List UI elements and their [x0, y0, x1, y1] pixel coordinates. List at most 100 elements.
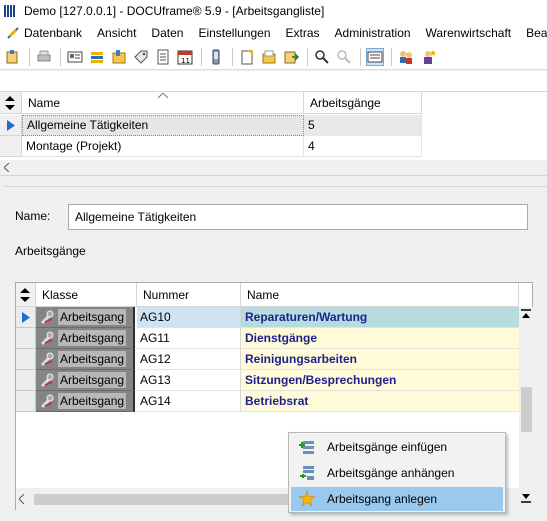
new-doc-icon[interactable] [238, 48, 256, 66]
column-header-label: Klasse [42, 287, 79, 302]
work-operation-icon [39, 330, 55, 346]
work-operation-icon [39, 309, 55, 325]
row-selector[interactable] [0, 136, 22, 157]
menu-bearbeiten[interactable]: Bearb [526, 26, 547, 40]
menu-label: Extras [285, 26, 320, 40]
table-row[interactable]: Allgemeine Tätigkeiten 5 [22, 114, 422, 136]
toolbar-separator [391, 47, 392, 66]
cell-klasse[interactable]: Arbeitsgang [36, 370, 135, 391]
scroll-left-icon[interactable] [19, 494, 25, 504]
cell-name[interactable]: Dienstgänge [241, 328, 519, 349]
menu-label: Bearb [526, 26, 547, 40]
toolbar-separator [232, 47, 233, 66]
table-row[interactable]: Montage (Projekt) 4 [22, 135, 422, 157]
cell-nummer[interactable]: AG11 [137, 328, 241, 349]
splitter[interactable] [0, 175, 547, 185]
menu-item-arbeitsgang-anlegen[interactable]: Arbeitsgang anlegen [291, 487, 503, 511]
row-selector[interactable] [16, 370, 36, 391]
cell-nummer[interactable]: AG14 [137, 391, 241, 412]
cell-name[interactable]: Allgemeine Tätigkeiten [22, 114, 304, 136]
menu-daten[interactable]: Daten [151, 26, 190, 40]
users-icon[interactable] [397, 48, 415, 66]
scroll-left-icon[interactable] [4, 163, 10, 172]
cell-name[interactable]: Sitzungen/Besprechungen [241, 370, 519, 391]
cell-name[interactable]: Reinigungsarbeiten [241, 349, 519, 370]
klasse-text: Arbeitsgang [58, 351, 127, 367]
menu-item-label: Arbeitsgänge einfügen [327, 440, 448, 454]
title-bar: Demo [127.0.0.1] - DOCUframe® 5.9 - [Arb… [0, 0, 547, 22]
search-disabled-icon[interactable] [335, 48, 353, 66]
column-header-label: Arbeitsgänge [310, 95, 381, 110]
scroll-top-icon[interactable] [521, 309, 531, 319]
scroll-thumb[interactable] [34, 494, 304, 505]
menu-administration[interactable]: Administration [335, 26, 418, 40]
search-icon[interactable] [313, 48, 331, 66]
scroll-thumb[interactable] [521, 387, 532, 432]
column-header-nummer[interactable]: Nummer [137, 283, 241, 307]
cell-count[interactable]: 5 [304, 114, 422, 136]
section-label: Arbeitsgänge [15, 244, 86, 258]
cell-nummer[interactable]: AG10 [137, 307, 241, 328]
name-field[interactable]: Allgemeine Tätigkeiten [68, 204, 528, 230]
print-icon[interactable] [35, 48, 53, 66]
card-icon[interactable] [66, 48, 84, 66]
vertical-scrollbar[interactable] [519, 307, 533, 510]
column-header-arbeitsgaenge[interactable]: Arbeitsgänge [304, 92, 422, 114]
row-selector[interactable] [16, 307, 36, 328]
row-selector[interactable] [16, 349, 36, 370]
menu-einstellungen[interactable]: Einstellungen [198, 26, 277, 40]
folder-icon[interactable] [110, 48, 128, 66]
column-header-name[interactable]: Name [22, 92, 304, 114]
scroll-bottom-icon[interactable] [521, 493, 531, 503]
row-selector[interactable] [16, 391, 36, 412]
row-selector[interactable] [16, 328, 36, 349]
menu-datenbank[interactable]: Datenbank [6, 26, 89, 40]
user-star-icon[interactable] [419, 48, 437, 66]
mobile-icon[interactable] [207, 48, 225, 66]
cell-klasse[interactable]: Arbeitsgang [36, 307, 135, 328]
row-selector-header[interactable] [16, 283, 36, 307]
menu-extras[interactable]: Extras [286, 26, 327, 40]
toolbar-separator [29, 47, 30, 66]
calendar-icon[interactable]: 11 [176, 48, 194, 66]
menu-label: Ansicht [97, 26, 137, 40]
cell-count[interactable]: 4 [304, 135, 422, 157]
export-icon[interactable] [282, 48, 300, 66]
current-row-arrow-icon [6, 119, 15, 131]
insert-rows-icon [299, 439, 315, 455]
toolbar-separator [307, 47, 308, 66]
menu-item-arbeitsgaenge-anhaengen[interactable]: Arbeitsgänge anhängen [291, 461, 503, 485]
column-header-klasse[interactable]: Klasse [36, 283, 137, 307]
klasse-text: Arbeitsgang [58, 330, 127, 346]
cell-klasse[interactable]: Arbeitsgang [36, 349, 135, 370]
menu-warenwirtschaft[interactable]: Warenwirtschaft [426, 26, 519, 40]
menu-label: Daten [151, 26, 184, 40]
document-icon[interactable] [154, 48, 172, 66]
work-operation-icon [39, 372, 55, 388]
master-horizontal-scrollbar[interactable] [0, 160, 547, 174]
row-selector-header[interactable] [0, 92, 22, 114]
menu-item-label: Arbeitsgang anlegen [327, 492, 438, 506]
toolbar: 11 [0, 44, 547, 70]
cell-klasse[interactable]: Arbeitsgang [36, 391, 135, 412]
cell-klasse[interactable]: Arbeitsgang [36, 328, 135, 349]
open-folder-icon[interactable] [260, 48, 278, 66]
cell-nummer[interactable]: AG13 [137, 370, 241, 391]
menu-item-arbeitsgaenge-einfuegen[interactable]: Arbeitsgänge einfügen [291, 435, 503, 459]
toolbar-separator [60, 47, 61, 66]
new-icon[interactable] [4, 48, 22, 66]
append-rows-icon [299, 465, 315, 481]
list-icon[interactable] [88, 48, 106, 66]
cell-name[interactable]: Montage (Projekt) [22, 135, 304, 157]
column-header-name[interactable]: Name [241, 283, 519, 307]
form-view-icon[interactable] [366, 47, 384, 66]
work-operation-icon [39, 351, 55, 367]
row-selector[interactable] [0, 115, 22, 136]
column-header-label: Nummer [143, 287, 190, 302]
cell-nummer[interactable]: AG12 [137, 349, 241, 370]
cell-name[interactable]: Betriebsrat [241, 391, 519, 412]
tag-icon[interactable] [132, 48, 150, 66]
cell-name[interactable]: Reparaturen/Wartung [241, 307, 519, 328]
menu-ansicht[interactable]: Ansicht [97, 26, 143, 40]
menu-label: Administration [334, 26, 411, 40]
